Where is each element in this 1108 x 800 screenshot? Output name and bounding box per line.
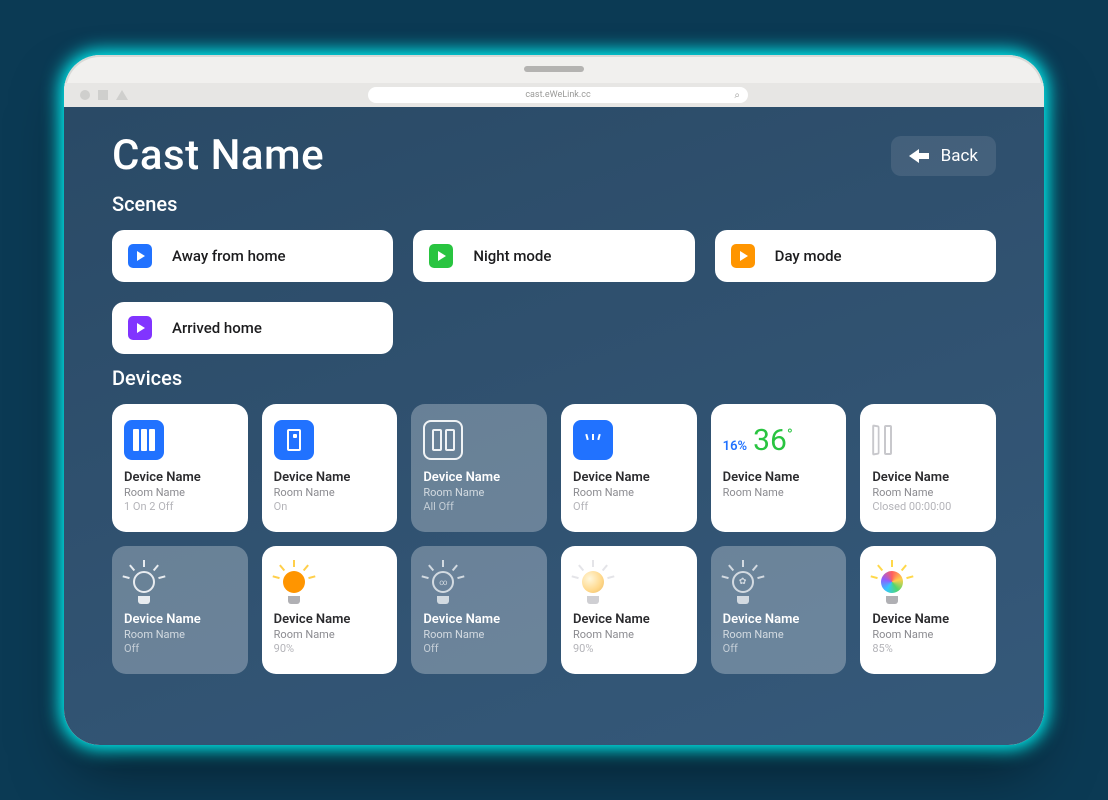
bulb-icon: ∞: [573, 562, 613, 602]
device-name: Device Name: [124, 612, 236, 627]
device-status: 1 On 2 Off: [124, 500, 236, 513]
device-room: Room Name: [124, 486, 236, 499]
speaker-grill: [524, 66, 584, 72]
temp-humidity-icon: 16% 36°: [723, 423, 793, 458]
device-status: Closed 00:00:00: [872, 500, 984, 513]
scene-label: Night mode: [473, 247, 551, 265]
humidity-value: 16%: [723, 439, 747, 454]
scene-night-mode[interactable]: Night mode: [413, 230, 694, 282]
device-status: Off: [124, 642, 236, 655]
url-bar[interactable]: cast.eWeLink.cc ⌕: [368, 87, 748, 103]
double-switch-icon: [423, 420, 463, 460]
back-label: Back: [941, 146, 978, 166]
device-card-bulb[interactable]: ✿ Device Name Room Name Off: [711, 546, 847, 674]
device-status: Off: [423, 642, 535, 655]
bulb-icon: [274, 562, 314, 602]
device-card-bulb[interactable]: Device Name Room Name Off: [112, 546, 248, 674]
device-card-multi-switch[interactable]: Device Name Room Name 1 On 2 Off: [112, 404, 248, 532]
device-name: Device Name: [723, 612, 835, 627]
device-name: Device Name: [124, 470, 236, 485]
device-room: Room Name: [423, 486, 535, 499]
tablet-speaker-bar: [64, 55, 1044, 83]
play-icon: [128, 316, 152, 340]
back-button[interactable]: Back: [891, 136, 996, 176]
square-icon: [98, 90, 108, 100]
door-icon: [872, 425, 892, 455]
device-room: Room Name: [723, 628, 835, 641]
scene-label: Arrived home: [172, 319, 262, 337]
device-name: Device Name: [723, 470, 835, 485]
device-card-door-sensor[interactable]: Device Name Room Name Closed 00:00:00: [860, 404, 996, 532]
device-status: 85%: [872, 642, 984, 655]
bulb-icon: [872, 562, 912, 602]
tablet-frame: cast.eWeLink.cc ⌕ Cast Name Back Scenes …: [64, 55, 1044, 745]
circle-icon: [80, 90, 90, 100]
device-name: Device Name: [274, 612, 386, 627]
search-icon[interactable]: ⌕: [734, 90, 740, 101]
device-card-bulb[interactable]: Device Name Room Name 85%: [860, 546, 996, 674]
device-card-double-switch[interactable]: Device Name Room Name All Off: [411, 404, 547, 532]
device-name: Device Name: [573, 612, 685, 627]
device-status: 90%: [274, 642, 386, 655]
bulb-icon: ✿: [723, 562, 763, 602]
device-status: 90%: [573, 642, 685, 655]
play-icon: [128, 244, 152, 268]
device-room: Room Name: [872, 628, 984, 641]
window-shape-icons: [80, 90, 128, 100]
device-room: Room Name: [423, 628, 535, 641]
temperature-value: 36: [753, 423, 787, 458]
device-card-bulb[interactable]: Device Name Room Name 90%: [262, 546, 398, 674]
arrow-left-icon: [909, 149, 931, 163]
device-room: Room Name: [573, 628, 685, 641]
device-card-outlet[interactable]: Device Name Room Name Off: [561, 404, 697, 532]
app-content: Cast Name Back Scenes Away from home Nig…: [64, 107, 1044, 745]
scenes-grid: Away from home Night mode Day mode Arriv…: [112, 230, 996, 354]
scene-day-mode[interactable]: Day mode: [715, 230, 996, 282]
device-card-thermostat[interactable]: 16% 36° Device Name Room Name: [711, 404, 847, 532]
device-card-bulb[interactable]: ∞ Device Name Room Name Off: [411, 546, 547, 674]
scene-away-from-home[interactable]: Away from home: [112, 230, 393, 282]
bulb-icon: ∞: [423, 562, 463, 602]
switch-icon: [274, 420, 314, 460]
device-card-single-switch[interactable]: Device Name Room Name On: [262, 404, 398, 532]
device-room: Room Name: [573, 486, 685, 499]
browser-chrome: cast.eWeLink.cc ⌕: [64, 83, 1044, 107]
scenes-heading: Scenes: [112, 192, 996, 216]
url-text: cast.eWeLink.cc: [525, 90, 590, 100]
play-icon: [731, 244, 755, 268]
device-status: Off: [723, 642, 835, 655]
device-status: On: [274, 500, 386, 513]
outlet-icon: [573, 420, 613, 460]
device-name: Device Name: [872, 470, 984, 485]
device-name: Device Name: [274, 470, 386, 485]
device-status: Off: [573, 500, 685, 513]
device-room: Room Name: [274, 486, 386, 499]
device-status: All Off: [423, 500, 535, 513]
bulb-icon: [124, 562, 164, 602]
scene-label: Day mode: [775, 247, 842, 265]
scene-label: Away from home: [172, 247, 286, 265]
devices-grid: Device Name Room Name 1 On 2 Off Device …: [112, 404, 996, 674]
play-icon: [429, 244, 453, 268]
device-card-bulb[interactable]: ∞ Device Name Room Name 90%: [561, 546, 697, 674]
device-name: Device Name: [423, 612, 535, 627]
device-name: Device Name: [872, 612, 984, 627]
page-title: Cast Name: [112, 131, 324, 180]
multi-switch-icon: [124, 420, 164, 460]
scene-arrived-home[interactable]: Arrived home: [112, 302, 393, 354]
device-room: Room Name: [872, 486, 984, 499]
device-name: Device Name: [573, 470, 685, 485]
device-name: Device Name: [423, 470, 535, 485]
triangle-icon: [116, 90, 128, 100]
device-room: Room Name: [274, 628, 386, 641]
device-room: Room Name: [723, 486, 835, 499]
devices-heading: Devices: [112, 366, 996, 390]
device-room: Room Name: [124, 628, 236, 641]
